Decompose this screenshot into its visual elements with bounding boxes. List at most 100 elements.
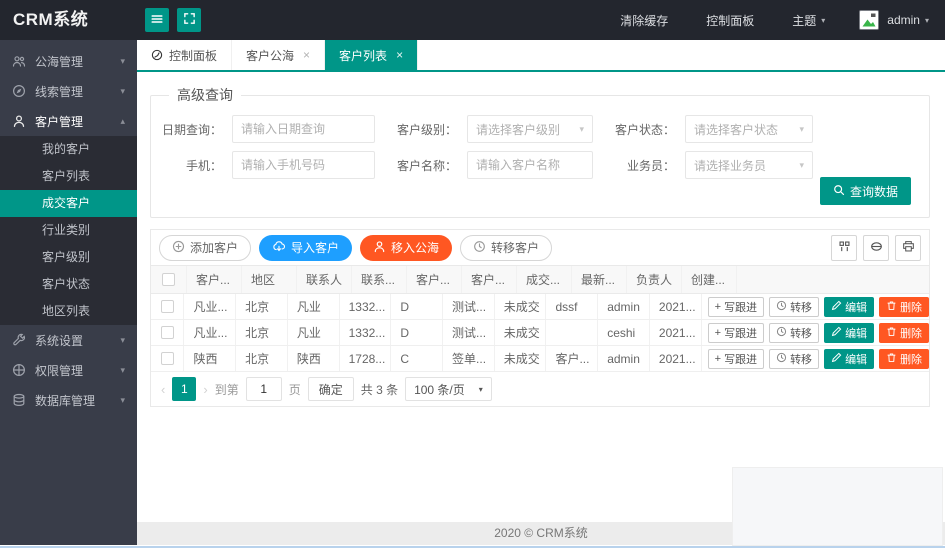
transfer-button[interactable]: 转移 (769, 297, 819, 317)
sidebar: CRM系统 公海管理 ▾ 线索管理 ▾ 客户管理 (0, 0, 137, 545)
delete-button[interactable]: 删除 (879, 349, 929, 369)
trash-icon (886, 352, 897, 366)
print-button[interactable] (895, 235, 921, 261)
goto-page-label: 到第 (215, 381, 239, 398)
page-unit-label: 页 (289, 381, 301, 398)
customer-status-select[interactable]: 请选择客户状态 ▾ (685, 115, 813, 143)
select-all-checkbox[interactable] (162, 273, 175, 286)
collapse-menu-button[interactable] (145, 8, 169, 32)
sidebar-subitem-my-customers[interactable]: 我的客户 (0, 136, 137, 163)
prev-page-button[interactable]: ‹ (161, 382, 165, 397)
pencil-icon (831, 326, 842, 340)
edit-button[interactable]: 编辑 (824, 297, 874, 317)
row-checkbox[interactable] (161, 352, 174, 365)
clock-icon (776, 326, 787, 340)
database-icon (12, 393, 26, 407)
write-followup-button[interactable]: +写跟进 (708, 349, 764, 369)
current-page-button[interactable]: 1 (172, 377, 196, 401)
transfer-customer-button[interactable]: 转移客户 (460, 235, 552, 261)
theme-dropdown[interactable]: 主题 ▾ (792, 12, 825, 29)
table-cell: 1332... (340, 294, 392, 319)
tab-control-panel[interactable]: 控制面板 (137, 40, 232, 70)
dashboard-icon (151, 49, 163, 61)
chevron-down-icon: ▾ (821, 16, 825, 25)
page-size-select[interactable]: 100 条/页 ▾ (405, 377, 492, 401)
avatar[interactable] (859, 10, 879, 30)
sidebar-item-public-sea[interactable]: 公海管理 ▾ (0, 46, 137, 76)
globe-icon (12, 363, 26, 377)
query-data-button[interactable]: 查询数据 (820, 177, 911, 205)
next-page-button[interactable]: › (203, 382, 207, 397)
table-cell: 客户... (546, 346, 598, 371)
chevron-down-icon: ▾ (120, 365, 125, 376)
sidebar-item-label: 数据库管理 (35, 392, 120, 409)
edit-button[interactable]: 编辑 (824, 323, 874, 343)
sidebar-subitem-industry-category[interactable]: 行业类别 (0, 217, 137, 244)
users-icon (12, 54, 26, 68)
table-cell: 2021... (650, 320, 702, 345)
import-customer-button[interactable]: 导入客户 (259, 235, 352, 261)
chevron-up-icon: ▴ (120, 116, 125, 127)
customer-status-label: 客户状态： (593, 121, 685, 138)
pagination: ‹ 1 › 到第 页 确定 共 3 条 100 条/页 ▾ (151, 372, 929, 406)
clear-cache-link[interactable]: 清除缓存 (620, 12, 668, 29)
customer-name-input[interactable] (467, 151, 593, 179)
confirm-page-button[interactable]: 确定 (308, 377, 354, 401)
edit-button[interactable]: 编辑 (824, 349, 874, 369)
sidebar-item-system-settings[interactable]: 系统设置 ▾ (0, 325, 137, 355)
sidebar-subitem-customer-status[interactable]: 客户状态 (0, 271, 137, 298)
close-icon[interactable]: × (303, 48, 310, 62)
chevron-down-icon: ▾ (120, 395, 125, 406)
trash-icon (886, 326, 897, 340)
actions-column-header (737, 266, 929, 293)
write-followup-button[interactable]: +写跟进 (708, 297, 764, 317)
sidebar-item-customers[interactable]: 客户管理 ▴ (0, 106, 137, 136)
username: admin (887, 13, 920, 27)
export-button[interactable] (863, 235, 889, 261)
delete-button[interactable]: 删除 (879, 323, 929, 343)
column-header: 联系人 (297, 266, 352, 293)
customer-level-select[interactable]: 请选择客户级别 ▾ (467, 115, 593, 143)
phone-input[interactable] (232, 151, 375, 179)
table-cell: dssf (546, 294, 598, 319)
topbar: 清除缓存 控制面板 主题 ▾ admin ▾ (137, 0, 945, 40)
sidebar-subitem-region-list[interactable]: 地区列表 (0, 298, 137, 325)
delete-button[interactable]: 删除 (879, 297, 929, 317)
tab-label: 客户列表 (339, 47, 387, 64)
row-checkbox[interactable] (161, 300, 174, 313)
sidebar-item-permissions[interactable]: 权限管理 ▾ (0, 355, 137, 385)
goto-page-input[interactable] (246, 377, 282, 401)
table-cell: 凡业... (184, 294, 236, 319)
tab-customer-list[interactable]: 客户列表 × (325, 40, 418, 70)
plus-icon: + (715, 353, 721, 365)
sales-rep-select[interactable]: 请选择业务员 ▾ (685, 151, 813, 179)
table-cell: 未成交 (495, 320, 547, 345)
clock-icon (473, 240, 486, 256)
move-to-sea-button[interactable]: 移入公海 (360, 235, 452, 261)
close-icon[interactable]: × (396, 48, 403, 62)
table-cell: 陕西 (184, 346, 236, 371)
control-panel-link[interactable]: 控制面板 (706, 12, 754, 29)
tab-customer-sea[interactable]: 客户公海 × (232, 40, 325, 70)
phone-label: 手机： (151, 157, 232, 174)
table-cell: 2021... (650, 294, 702, 319)
app-logo: CRM系统 (0, 0, 137, 40)
sidebar-subitem-customer-level[interactable]: 客户级别 (0, 244, 137, 271)
write-followup-button[interactable]: +写跟进 (708, 323, 764, 343)
add-customer-button[interactable]: 添加客户 (159, 235, 251, 261)
row-checkbox[interactable] (161, 326, 174, 339)
cloud-import-icon (272, 240, 286, 256)
column-header: 负责人 (627, 266, 682, 293)
table-cell: 未成交 (495, 294, 547, 319)
user-dropdown[interactable]: admin ▾ (887, 13, 929, 27)
date-query-input[interactable] (232, 115, 375, 143)
sidebar-item-database[interactable]: 数据库管理 ▾ (0, 385, 137, 415)
transfer-button[interactable]: 转移 (769, 323, 819, 343)
sidebar-subitem-customer-list[interactable]: 客户列表 (0, 163, 137, 190)
table-toolbar: 添加客户 导入客户 移入公海 (151, 230, 929, 266)
sidebar-item-leads[interactable]: 线索管理 ▾ (0, 76, 137, 106)
filter-columns-button[interactable] (831, 235, 857, 261)
fullscreen-button[interactable] (177, 8, 201, 32)
sidebar-subitem-closed-customers[interactable]: 成交客户 (0, 190, 137, 217)
transfer-button[interactable]: 转移 (769, 349, 819, 369)
